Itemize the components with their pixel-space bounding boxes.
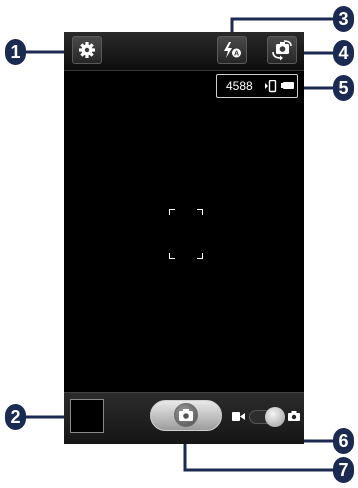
switch-camera-button[interactable] (267, 36, 297, 64)
top-toolbar: A (64, 32, 304, 71)
bottom-toolbar (64, 392, 304, 444)
flash-button[interactable]: A (217, 36, 247, 64)
camera-screen-diagram: A 4588 1 2 3 4 5 6 7 (0, 0, 358, 488)
video-camera-icon (232, 412, 245, 421)
callout-3: 3 (333, 6, 354, 32)
callout-6: 6 (333, 428, 354, 454)
svg-text:A: A (234, 51, 239, 58)
callout-7: 7 (333, 457, 354, 483)
focus-frame (169, 209, 203, 259)
camera-viewfinder-screen: A 4588 (64, 32, 304, 444)
switch-camera-icon (272, 40, 292, 61)
camera-mode-switch[interactable] (232, 406, 302, 428)
mode-switch-knob[interactable] (265, 407, 285, 427)
battery-icon (281, 82, 294, 89)
callout-1: 1 (5, 39, 26, 65)
image-viewer-thumbnail[interactable] (70, 399, 104, 433)
remaining-shots-count: 4588 (226, 79, 253, 93)
shutter-knob (174, 403, 198, 427)
camera-icon (288, 411, 300, 421)
camera-icon (179, 409, 193, 421)
flash-auto-icon: A (224, 42, 241, 58)
callout-5: 5 (333, 75, 354, 101)
phone-storage-icon (265, 80, 277, 93)
callout-2: 2 (5, 404, 26, 430)
status-indicators: 4588 (216, 74, 298, 98)
gear-icon (79, 42, 95, 58)
settings-button[interactable] (72, 36, 102, 64)
callout-4: 4 (333, 40, 354, 66)
shutter-button[interactable] (150, 400, 222, 431)
